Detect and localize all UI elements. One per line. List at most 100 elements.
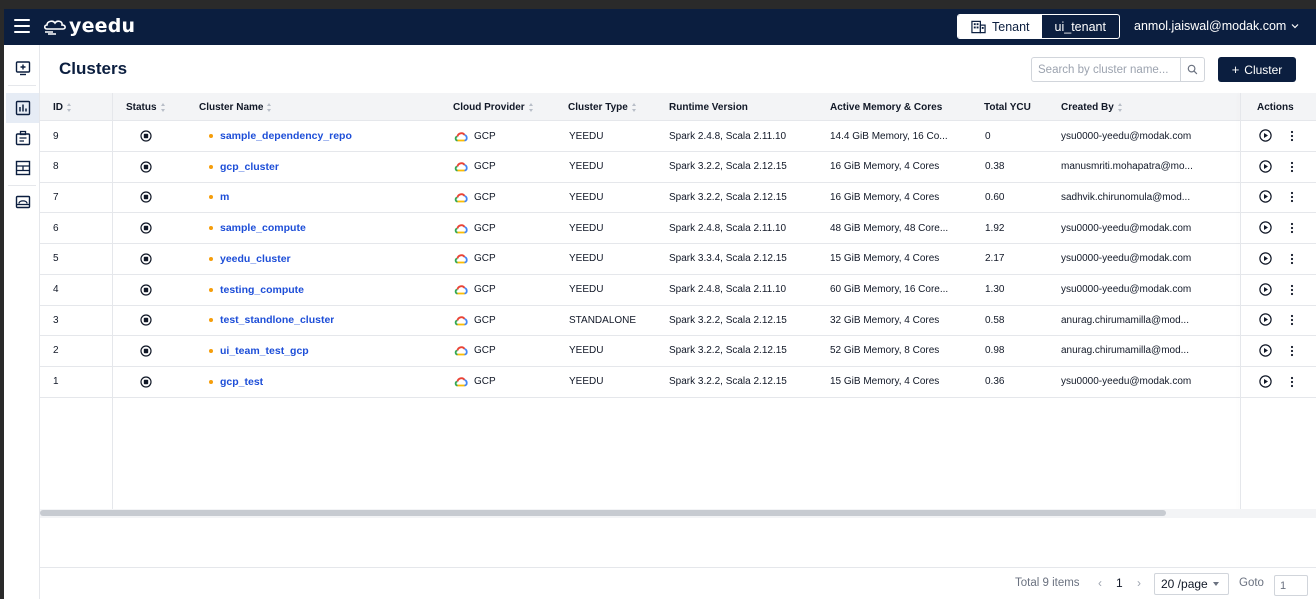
cluster-name-cell[interactable]: yeedu_cluster (209, 244, 291, 274)
status-cell (140, 182, 152, 212)
search-button[interactable] (1180, 58, 1204, 81)
more-actions-button[interactable] (1290, 190, 1294, 208)
header-actions: Actions (1257, 101, 1294, 113)
more-actions-button[interactable] (1290, 252, 1294, 270)
next-page-button[interactable]: › (1137, 576, 1141, 590)
cluster-name-cell[interactable]: testing_compute (209, 275, 304, 305)
more-actions-button[interactable] (1290, 375, 1294, 393)
add-cluster-button[interactable]: + Cluster (1218, 57, 1296, 82)
user-menu[interactable]: anmol.jaiswal@modak.com (1134, 19, 1299, 33)
cell-memory: 52 GiB Memory, 8 Cores (830, 345, 940, 357)
start-cluster-button[interactable] (1259, 282, 1272, 301)
status-cell (140, 275, 152, 305)
more-actions-button[interactable] (1290, 129, 1294, 147)
header-cluster-name[interactable]: Cluster Name (199, 93, 272, 121)
header-status[interactable]: Status (126, 93, 166, 121)
table-row[interactable]: 6 sample_compute GCP YEEDU Spark 2.4.8, Scal… (40, 213, 1316, 245)
stopped-status-icon (140, 375, 152, 388)
cell-runtime: Spark 3.3.4, Scala 2.12.15 (669, 253, 787, 265)
sidebar-item-add[interactable] (6, 53, 39, 83)
more-actions-button[interactable] (1290, 344, 1294, 362)
prev-page-button[interactable]: ‹ (1098, 576, 1102, 590)
gcp-cloud-icon (454, 223, 468, 233)
gcp-cloud-icon (454, 346, 468, 356)
goto-input[interactable] (1274, 575, 1308, 596)
header-name-label: Cluster Name (199, 101, 264, 113)
header-id[interactable]: ID (53, 93, 72, 121)
app-logo[interactable]: yeedu (42, 15, 135, 37)
tenant-value[interactable]: ui_tenant (1042, 15, 1119, 38)
horizontal-scrollbar[interactable] (40, 509, 1316, 518)
cell-memory: 15 GiB Memory, 4 Cores (830, 253, 940, 265)
cluster-name-link[interactable]: gcp_test (220, 376, 263, 388)
cell-runtime: Spark 2.4.8, Scala 2.11.10 (669, 284, 787, 295)
cluster-name-cell[interactable]: m (209, 182, 229, 212)
cell-cluster-type: STANDALONE (569, 314, 637, 326)
header-cloud-provider[interactable]: Cloud Provider (453, 93, 534, 121)
cluster-name-link[interactable]: yeedu_cluster (220, 253, 291, 265)
page-size-select[interactable]: 20 /page (1154, 573, 1229, 595)
cell-memory: 14.4 GiB Memory, 16 Co... (830, 130, 948, 142)
table-row[interactable]: 9 sample_dependency_repo GCP YEEDU Spark 2.4… (40, 121, 1316, 152)
table-row[interactable]: 5 yeedu_cluster GCP YEEDU Spark 3.3.4, Scala… (40, 244, 1316, 275)
cluster-name-cell[interactable]: test_standlone_cluster (209, 305, 334, 335)
start-cluster-button[interactable] (1259, 252, 1272, 270)
cell-runtime: Spark 3.2.2, Scala 2.12.15 (669, 314, 787, 326)
cluster-name-link[interactable]: test_standlone_cluster (220, 314, 334, 326)
cloud-provider-cell: GCP (454, 152, 496, 182)
start-cluster-button[interactable] (1259, 344, 1272, 362)
cluster-name-link[interactable]: ui_team_test_gcp (220, 345, 309, 357)
cluster-name-cell[interactable]: gcp_cluster (209, 152, 279, 182)
more-actions-button[interactable] (1290, 221, 1294, 239)
header-memory-cores: Active Memory & Cores (830, 101, 943, 113)
scrollbar-thumb[interactable] (40, 510, 1166, 516)
page-number-1[interactable]: 1 (1116, 576, 1123, 590)
start-cluster-button[interactable] (1259, 190, 1272, 208)
sort-icon (67, 102, 72, 112)
table-row[interactable]: 3 test_standlone_cluster GCP STANDALONE Spar… (40, 305, 1316, 337)
search-input[interactable] (1032, 58, 1180, 81)
sidebar-divider (8, 85, 36, 86)
header-created-by[interactable]: Created By (1061, 93, 1123, 121)
cell-cluster-type: YEEDU (569, 222, 604, 234)
table-row[interactable]: 8 gcp_cluster GCP YEEDU Spark 3.2.2, Scala 2… (40, 152, 1316, 183)
cell-id: 9 (53, 130, 59, 142)
more-actions-button[interactable] (1290, 313, 1294, 331)
cluster-name-cell[interactable]: sample_dependency_repo (209, 121, 352, 151)
cluster-name-cell[interactable]: ui_team_test_gcp (209, 336, 309, 366)
cluster-name-link[interactable]: sample_compute (220, 222, 306, 234)
start-cluster-button[interactable] (1259, 159, 1272, 178)
cell-id: 2 (53, 345, 59, 357)
cloud-provider-cell: GCP (454, 213, 496, 243)
table-header: ID Status Cluster Name Cloud Provider Cl… (40, 93, 1316, 121)
sidebar-item-layout[interactable] (6, 153, 39, 183)
tenant-selector[interactable]: Tenant ui_tenant (957, 14, 1120, 39)
cluster-name-link[interactable]: gcp_cluster (220, 161, 279, 173)
cluster-name-link[interactable]: m (220, 191, 229, 203)
add-box-icon (15, 61, 30, 76)
start-cluster-button[interactable] (1259, 313, 1272, 331)
hamburger-menu-icon[interactable] (14, 19, 30, 33)
cluster-name-link[interactable]: testing_compute (220, 284, 304, 296)
cluster-layout-icon (15, 160, 30, 176)
more-vertical-icon (1290, 284, 1294, 295)
table-row[interactable]: 7 m GCP YEEDU Spark 3.2.2, Scala 2.12.15 16 G… (40, 182, 1316, 214)
start-cluster-button[interactable] (1259, 129, 1272, 147)
cluster-name-cell[interactable]: sample_compute (209, 213, 306, 243)
cloud-provider-text: GCP (474, 376, 496, 388)
more-actions-button[interactable] (1290, 283, 1294, 301)
sidebar-item-storage[interactable] (6, 187, 39, 217)
cluster-name-cell[interactable]: gcp_test (209, 367, 263, 397)
table-row[interactable]: 2 ui_team_test_gcp GCP YEEDU Spark 3.2.2, Sc… (40, 336, 1316, 367)
stopped-status-icon (140, 222, 152, 234)
cell-id: 5 (53, 253, 59, 265)
sidebar-item-clusters[interactable] (6, 93, 39, 123)
sidebar-item-workspace[interactable] (6, 123, 39, 153)
header-cluster-type[interactable]: Cluster Type (568, 93, 637, 121)
more-actions-button[interactable] (1290, 160, 1294, 178)
start-cluster-button[interactable] (1259, 221, 1272, 239)
table-row[interactable]: 1 gcp_test GCP YEEDU Spark 3.2.2, Scala 2.12… (40, 367, 1316, 398)
cluster-name-link[interactable]: sample_dependency_repo (220, 130, 352, 142)
table-row[interactable]: 4 testing_compute GCP YEEDU Spark 2.4.8, Sca… (40, 275, 1316, 306)
start-cluster-button[interactable] (1259, 374, 1272, 393)
